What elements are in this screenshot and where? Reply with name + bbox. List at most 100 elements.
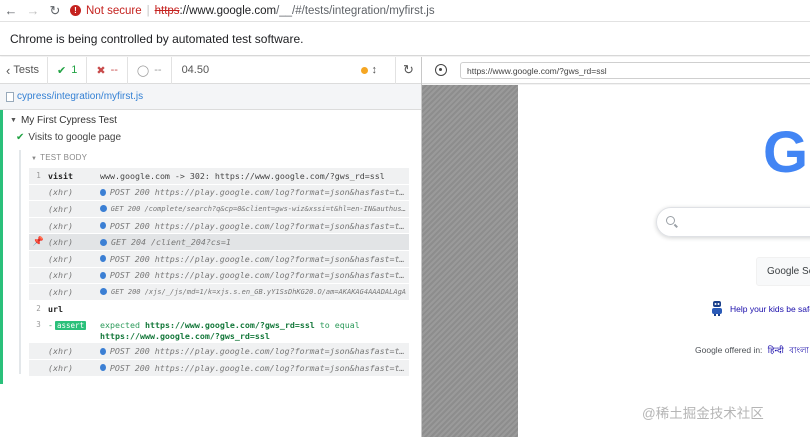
rerun-button[interactable]: ↻ — [395, 56, 421, 84]
pending-stat: ◯ -- — [128, 56, 172, 84]
selector-playground-icon[interactable] — [435, 64, 447, 76]
command-number: 3 — [36, 320, 41, 330]
tests-label: Tests — [13, 64, 40, 76]
failed-stat: ✖ -- — [87, 56, 128, 84]
watermark: @稀土掘金技术社区 — [642, 406, 764, 421]
command-name: (xhr) — [48, 286, 73, 297]
xhr-status-icon — [100, 238, 107, 246]
suite-title[interactable]: ▼ My First Cypress Test — [10, 115, 117, 126]
xhr-status-icon — [100, 188, 106, 196]
aut-header: https://www.google.com/?gws_rd=ssl — [422, 57, 810, 84]
xhr-status-icon — [100, 222, 106, 230]
google-search-button[interactable]: Google Se — [756, 257, 810, 286]
command-row[interactable]: (xhr) POST 200 https://play.google.com/l… — [29, 184, 409, 202]
xhr-status-icon — [100, 271, 106, 279]
aut-panel: https://www.google.com/?gws_rd=ssl Go Go… — [422, 57, 810, 437]
command-message: www.google.com -> 302: https://www.googl… — [100, 170, 385, 181]
browser-toolbar: ← → ↻ ! Not secure | https://www.google.… — [0, 0, 810, 22]
command-message: GET 204 /client_204?cs=1 — [111, 237, 231, 248]
google-logo: Go — [763, 120, 810, 180]
command-name: (xhr) — [48, 237, 73, 248]
tests-button[interactable]: ‹ Tests — [0, 56, 49, 84]
command-row[interactable]: (xhr) POST 200 https://play.google.com/l… — [29, 343, 409, 360]
forward-button[interactable]: → — [22, 0, 44, 22]
check-icon: ✔ — [16, 132, 25, 143]
language-link[interactable]: বাংলা — [789, 345, 809, 355]
file-icon — [6, 91, 14, 102]
xhr-status-icon — [100, 288, 107, 296]
back-arrow-icon: ← — [4, 3, 18, 18]
passed-count: 1 — [71, 64, 78, 76]
command-name: visit — [48, 170, 73, 181]
not-secure-label[interactable]: Not secure — [86, 5, 142, 17]
command-row-pinned[interactable]: 📌 (xhr) GET 204 /client_204?cs=1 — [29, 234, 409, 251]
back-button[interactable]: ← — [0, 0, 22, 22]
warning-icon: ! — [70, 5, 81, 16]
automation-infobar: Chrome is being controlled by automated … — [0, 22, 810, 56]
command-message: POST 200 https://play.google.com/log?for… — [109, 253, 409, 264]
command-row[interactable]: 2 url — [29, 300, 409, 318]
failed-count: -- — [110, 64, 118, 76]
command-name: (xhr) — [48, 187, 73, 198]
test-title-text: Visits to google page — [28, 132, 122, 143]
assert-expected-url: https://www.google.com/?gws_rd=ssl — [100, 331, 270, 342]
command-message: POST 200 https://play.google.com/log?for… — [109, 362, 409, 373]
xhr-status-icon — [100, 347, 106, 355]
test-title[interactable]: ✔ Visits to google page — [16, 132, 121, 143]
command-name: (xhr) — [48, 270, 73, 281]
assert-message: expected https://www.google.com/?gws_rd=… — [100, 320, 409, 342]
command-name: (xhr) — [48, 203, 73, 214]
command-name: (xhr) — [48, 253, 73, 264]
forward-arrow-icon: → — [26, 3, 40, 18]
offered-label: Google offered in: — [695, 345, 763, 355]
command-row[interactable]: 1 visit www.google.com -> 302: https://w… — [29, 168, 409, 185]
google-search-input[interactable] — [656, 207, 810, 237]
address-bar[interactable]: ! Not secure | https://www.google.com/__… — [70, 2, 435, 20]
spec-path-bar: cypress/integration/myfirst.js — [0, 84, 421, 110]
command-row[interactable]: (xhr) GET 200 /complete/search?q&cp=0&cl… — [29, 201, 409, 218]
command-message: POST 200 https://play.google.com/log?for… — [109, 270, 409, 281]
command-row[interactable]: (xhr) POST 200 https://play.google.com/l… — [29, 359, 409, 377]
assert-to-equal-text: to equal — [314, 320, 360, 331]
robot-icon — [712, 301, 722, 316]
command-name: (xhr) — [48, 346, 73, 357]
url-host: ://www.google.com — [179, 4, 277, 17]
command-row[interactable]: (xhr) GET 200 /xjs/_/js/md=1/k=xjs.s.en_… — [29, 284, 409, 301]
assert-badge: assert — [55, 321, 87, 331]
test-body-label: ▼ TEST BODY — [31, 153, 87, 162]
infobar-text: Chrome is being controlled by automated … — [10, 31, 304, 46]
offered-in: Google offered in: हिन्दी বাংলা — [695, 344, 809, 358]
separator: | — [146, 4, 150, 17]
logo-g: G — [763, 120, 808, 180]
check-icon: ✔ — [57, 64, 67, 77]
pending-icon: ◯ — [136, 64, 150, 77]
reload-button[interactable]: ↻ — [44, 0, 66, 22]
command-message: POST 200 https://play.google.com/log?for… — [109, 187, 409, 198]
spec-path[interactable]: cypress/integration/myfirst.js — [17, 91, 143, 102]
command-row[interactable]: (xhr) POST 200 https://play.google.com/l… — [29, 217, 409, 235]
x-icon: ✖ — [96, 64, 106, 77]
command-list: 1 visit www.google.com -> 302: https://w… — [29, 168, 409, 377]
command-message: POST 200 https://play.google.com/log?for… — [109, 346, 409, 357]
command-row[interactable]: (xhr) POST 200 https://play.google.com/l… — [29, 250, 409, 268]
test-body-text: TEST BODY — [40, 153, 88, 162]
command-name: (xhr) — [48, 220, 73, 231]
caret-down-icon: ▼ — [31, 156, 38, 162]
command-name: url — [48, 303, 63, 314]
reload-icon: ↻ — [49, 2, 61, 18]
command-message: GET 200 /complete/search?q&cp=0&client=g… — [110, 204, 409, 213]
suite-title-text: My First Cypress Test — [20, 115, 117, 126]
pass-rail — [0, 110, 3, 384]
command-number: 2 — [36, 304, 41, 314]
language-link[interactable]: हिन्दी — [768, 345, 784, 355]
url-scheme: https — [154, 4, 180, 17]
pending-count: -- — [154, 64, 162, 76]
auto-scroll-icon[interactable]: ↕ — [372, 64, 378, 76]
passed-stat: ✔ 1 — [48, 56, 88, 84]
aut-url-field[interactable]: https://www.google.com/?gws_rd=ssl — [460, 62, 810, 79]
command-row[interactable]: (xhr) POST 200 https://play.google.com/l… — [29, 267, 409, 285]
aut-background — [422, 85, 518, 437]
kids-safety-link[interactable]: Help your kids be safe — [730, 304, 810, 314]
command-row-assert[interactable]: 3 - assert expected https://www.google.co… — [29, 317, 409, 344]
command-message: GET 200 /xjs/_/js/md=1/k=xjs.s.en_GB.yY1… — [111, 287, 407, 296]
